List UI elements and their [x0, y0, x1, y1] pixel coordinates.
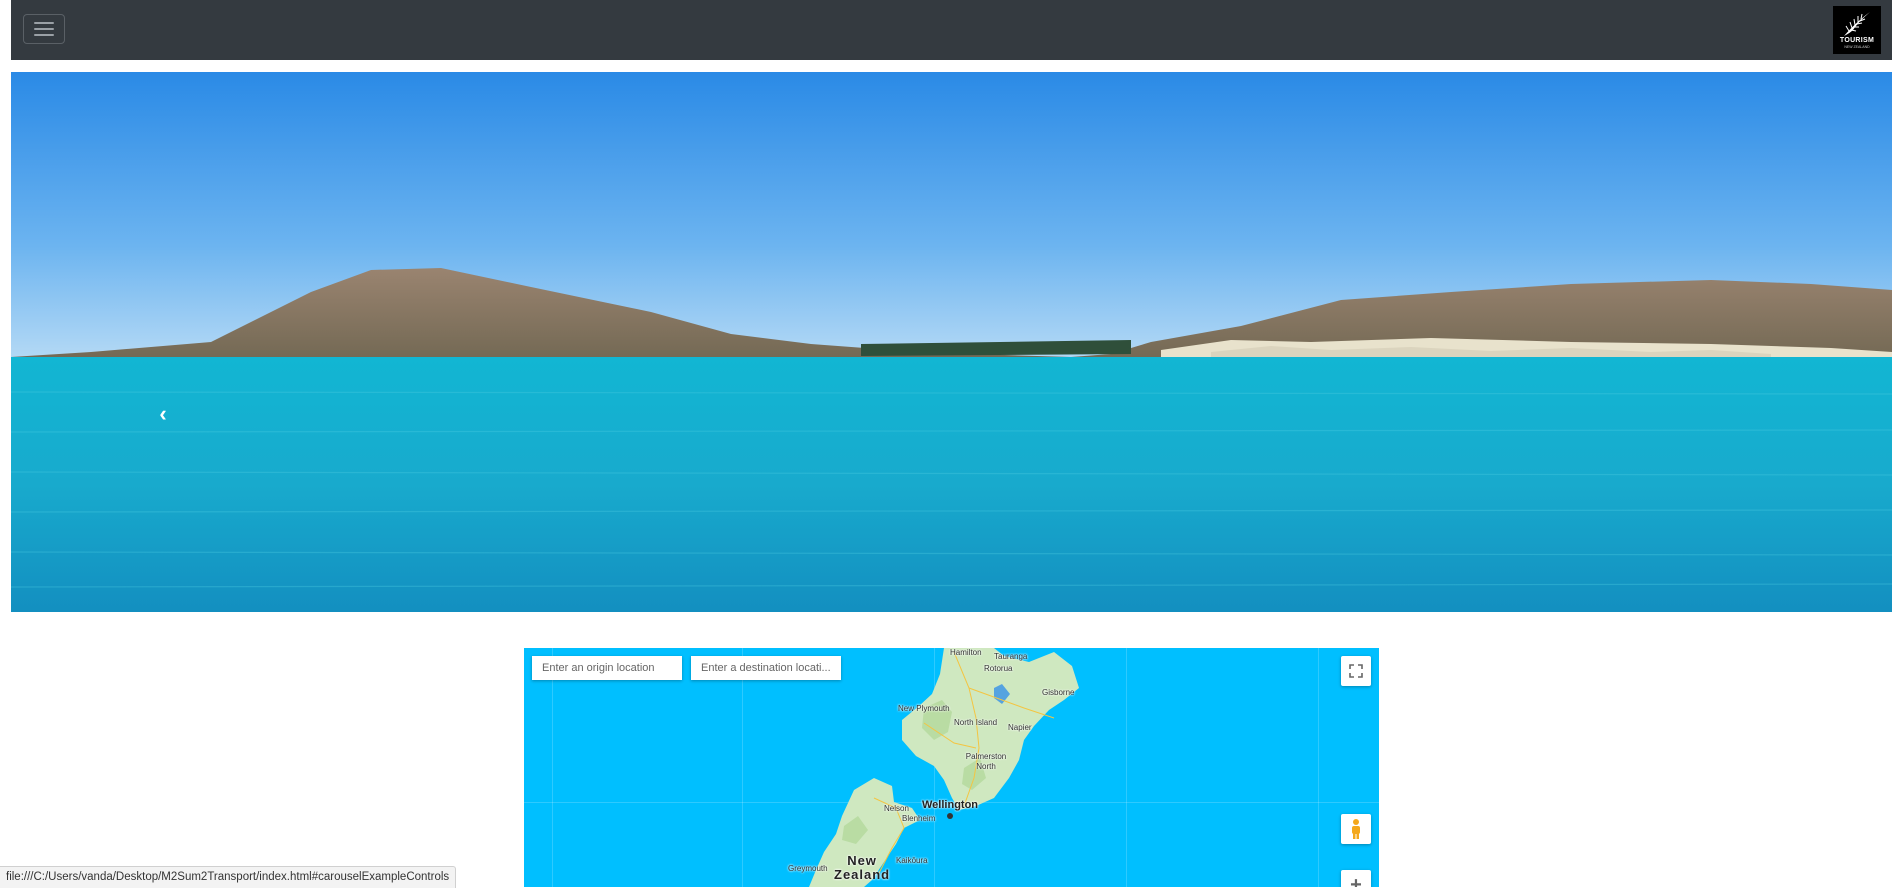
fullscreen-icon [1349, 664, 1363, 678]
map-label-new-zealand: New Zealand [834, 854, 890, 882]
browser-status-bar: file:///C:/Users/vanda/Desktop/M2Sum2Tra… [0, 866, 457, 888]
brand-line1: TOURISM [1839, 37, 1875, 44]
hero-carousel: ‹ [11, 72, 1892, 612]
tourism-nz-logo[interactable]: TOURISM NEW ZEALAND [1833, 6, 1881, 54]
plus-icon: + [1350, 873, 1362, 888]
map-label-new-plymouth: New Plymouth [898, 704, 950, 713]
map-label-wellington: Wellington [922, 799, 979, 811]
street-view-pegman-button[interactable] [1341, 814, 1371, 844]
carousel-prev-button[interactable]: ‹ [143, 399, 183, 429]
map-zoom-in-button[interactable]: + [1341, 870, 1371, 887]
map-label-rotorua: Rotorua [984, 664, 1013, 673]
map-label-new: New [847, 853, 877, 868]
map-label-hamilton: Hamilton [950, 648, 982, 657]
navbar-toggler-button[interactable] [23, 14, 65, 44]
map-label-nelson: Nelson [884, 804, 909, 813]
map-label-greymouth: Greymouth [788, 864, 828, 873]
origin-location-input[interactable] [532, 656, 682, 680]
lake-landscape-image [11, 72, 1892, 612]
map-label-napier: Napier [1008, 723, 1032, 732]
map-label-zealand: Zealand [834, 867, 891, 882]
chevron-left-icon: ‹ [159, 401, 167, 426]
map-label-palmerston-north: Palmerston North [965, 752, 1007, 771]
map-label-gisborne: Gisborne [1042, 688, 1075, 697]
map-label-blenheim: Blenheim [902, 814, 936, 823]
top-navbar: TOURISM NEW ZEALAND [11, 0, 1892, 60]
brand-line2: NEW ZEALAND [1844, 45, 1870, 49]
silver-fern-icon [1844, 12, 1870, 36]
map-label-north-island: North Island [954, 718, 998, 727]
map-label-tauranga: Tauranga [994, 652, 1028, 661]
pegman-icon [1352, 819, 1360, 839]
new-zealand-landmass [809, 648, 1079, 887]
route-map[interactable]: Hamilton Tauranga Rotorua Gisborne New P… [524, 648, 1379, 887]
hamburger-menu-icon [34, 22, 54, 24]
map-fullscreen-button[interactable] [1341, 656, 1371, 686]
destination-location-input[interactable] [691, 656, 841, 680]
map-label-kaikoura: Kaikōura [896, 856, 928, 865]
